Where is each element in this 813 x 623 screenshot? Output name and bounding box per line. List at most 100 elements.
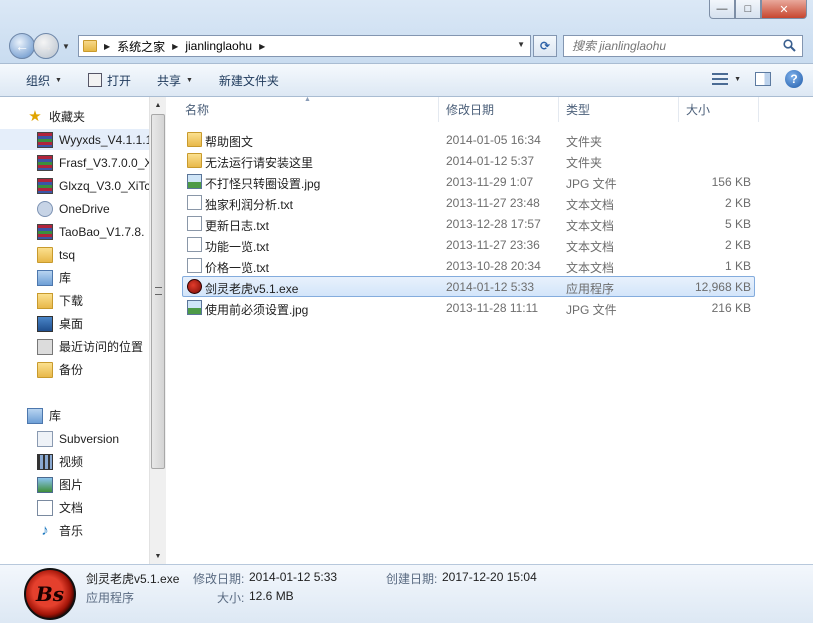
nav-item-label: Frasf_V3.7.0.0_X	[59, 155, 150, 170]
nav-item-videos[interactable]: 视频	[0, 451, 150, 472]
file-size: 5 KB	[724, 217, 751, 231]
music-icon: ♪	[41, 521, 49, 539]
nav-item-tsq[interactable]: tsq	[0, 244, 150, 265]
file-row[interactable]: 独家利润分析.txt 2013-11-27 23:48 文本文档 2 KB	[182, 192, 755, 213]
address-dropdown-icon[interactable]: ▼	[517, 40, 525, 49]
chevron-down-icon: ▼	[734, 75, 741, 83]
column-header-modified[interactable]: 修改日期	[439, 97, 559, 122]
nav-item-wyyxds[interactable]: Wyyxds_V4.1.1.1	[0, 129, 150, 150]
open-icon	[87, 73, 102, 87]
application-icon	[187, 279, 202, 294]
help-icon[interactable]: ?	[785, 70, 803, 88]
nav-item-subversion[interactable]: Subversion	[0, 428, 150, 449]
file-name: 无法运行请安装这里	[205, 156, 314, 170]
nav-item-pictures[interactable]: 图片	[0, 474, 150, 495]
file-modified: 2013-11-27 23:36	[446, 238, 540, 252]
chevron-right-icon[interactable]: ▶	[259, 42, 265, 51]
nav-item-glxzq[interactable]: Glxzq_V3.0_XiTc	[0, 175, 150, 196]
chevron-right-icon[interactable]: ▶	[172, 42, 178, 51]
scroll-thumb[interactable]	[151, 114, 165, 469]
text-file-icon	[187, 258, 202, 273]
address-bar[interactable]: ▶ 系统之家 ▶ jianlinglaohu ▶ ▼	[78, 35, 531, 57]
nav-item-documents[interactable]: 文档	[0, 497, 150, 518]
search-icon[interactable]	[783, 39, 796, 52]
maximize-button[interactable]: □	[735, 0, 761, 19]
window-controls: — □ ✕	[709, 0, 807, 19]
preview-pane-icon[interactable]	[755, 72, 771, 86]
chevron-down-icon: ▼	[55, 76, 62, 84]
file-row[interactable]: 价格一览.txt 2013-10-28 20:34 文本文档 1 KB	[182, 255, 755, 276]
file-row[interactable]: 无法运行请安装这里 2014-01-12 5:37 文件夹	[182, 150, 755, 171]
file-row[interactable]: 功能一览.txt 2013-11-27 23:36 文本文档 2 KB	[182, 234, 755, 255]
file-row[interactable]: 更新日志.txt 2013-12-28 17:57 文本文档 5 KB	[182, 213, 755, 234]
refresh-button[interactable]: ⟳	[533, 35, 557, 57]
close-button[interactable]: ✕	[761, 0, 807, 19]
new-folder-button[interactable]: 新建文件夹	[211, 68, 287, 92]
details-created-label: 创建日期:	[386, 572, 438, 586]
nav-libraries[interactable]: 库	[0, 405, 150, 426]
organize-button[interactable]: 组织 ▼	[18, 68, 70, 92]
image-file-icon	[187, 300, 202, 315]
search-input[interactable]	[572, 39, 772, 53]
nav-item-library[interactable]: 库	[0, 267, 150, 288]
nav-item-recent[interactable]: 最近访问的位置	[0, 336, 150, 357]
details-pane: Bs 剑灵老虎v5.1.exe 应用程序 修改日期: 2014-01-12 5:…	[0, 564, 813, 623]
nav-item-taobao[interactable]: TaoBao_V1.7.8.	[0, 221, 150, 242]
nav-item-onedrive[interactable]: OneDrive	[0, 198, 150, 219]
file-row[interactable]: 不打怪只转圈设置.jpg 2013-11-29 1:07 JPG 文件 156 …	[182, 171, 755, 192]
breadcrumb-item[interactable]: 系统之家	[117, 38, 165, 55]
column-modified-label: 修改日期	[446, 103, 495, 117]
nav-item-label: 下载	[59, 294, 84, 308]
column-header-size[interactable]: 大小	[679, 97, 759, 122]
change-view-button[interactable]: ▼	[712, 73, 741, 85]
recent-places-icon	[37, 338, 53, 355]
nav-item-label: Wyyxds_V4.1.1.1	[59, 132, 150, 147]
nav-item-frasf[interactable]: Frasf_V3.7.0.0_X	[0, 152, 150, 173]
nav-favorites[interactable]: ★ 收藏夹	[27, 106, 150, 127]
file-row-selected[interactable]: 剑灵老虎v5.1.exe 2014-01-12 5:33 应用程序 12,968…	[182, 276, 755, 297]
application-icon: Bs	[24, 568, 76, 620]
scroll-down-icon[interactable]: ▼	[150, 548, 166, 564]
share-button[interactable]: 共享 ▼	[149, 68, 201, 92]
nav-item-label: tsq	[59, 247, 76, 262]
nav-item-label: 最近访问的位置	[59, 340, 144, 354]
nav-item-downloads[interactable]: 下载	[0, 290, 150, 311]
nav-item-label: 备份	[59, 363, 84, 377]
details-type: 应用程序	[86, 591, 135, 605]
nav-item-label: Glxzq_V3.0_XiTc	[59, 178, 150, 193]
file-size: 12,968 KB	[694, 280, 751, 294]
recent-pages-dropdown[interactable]: ▼	[62, 42, 70, 51]
nav-item-label: 文档	[59, 501, 84, 515]
picture-icon	[37, 476, 53, 493]
file-row[interactable]: 使用前必须设置.jpg 2013-11-28 11:11 JPG 文件 216 …	[182, 297, 755, 318]
column-type-label: 类型	[566, 103, 591, 117]
forward-button[interactable]: →	[33, 33, 59, 59]
column-name-label: 名称	[185, 103, 210, 117]
file-type: 文本文档	[566, 240, 615, 254]
file-name: 独家利润分析.txt	[205, 198, 294, 212]
details-modified-value: 2014-01-12 5:33	[249, 570, 338, 584]
open-label: 打开	[106, 73, 131, 88]
nav-item-backup[interactable]: 备份	[0, 359, 150, 380]
open-button[interactable]: 打开	[80, 68, 139, 92]
column-header-type[interactable]: 类型	[559, 97, 679, 122]
minimize-button[interactable]: —	[709, 0, 735, 19]
share-label: 共享	[156, 73, 181, 88]
column-header-name[interactable]: 名称	[178, 97, 439, 122]
details-size-label: 大小:	[217, 591, 245, 605]
nav-scrollbar[interactable]: ▲ ▼	[149, 97, 166, 564]
folder-icon	[187, 132, 202, 147]
file-row[interactable]: 帮助图文 2014-01-05 16:34 文件夹	[182, 129, 755, 150]
folder-icon	[187, 153, 202, 168]
desktop-icon	[37, 315, 53, 332]
image-file-icon	[187, 174, 202, 189]
back-button[interactable]: ←	[9, 33, 35, 59]
details-modified-label: 修改日期:	[193, 572, 245, 586]
search-box[interactable]	[563, 35, 803, 57]
nav-item-music[interactable]: ♪ 音乐	[0, 520, 150, 541]
nav-item-desktop[interactable]: 桌面	[0, 313, 150, 334]
scroll-up-icon[interactable]: ▲	[150, 97, 166, 113]
chevron-right-icon[interactable]: ▶	[104, 42, 110, 51]
breadcrumb-item[interactable]: jianlinglaohu	[185, 39, 252, 53]
file-modified: 2013-10-28 20:34	[446, 259, 541, 273]
